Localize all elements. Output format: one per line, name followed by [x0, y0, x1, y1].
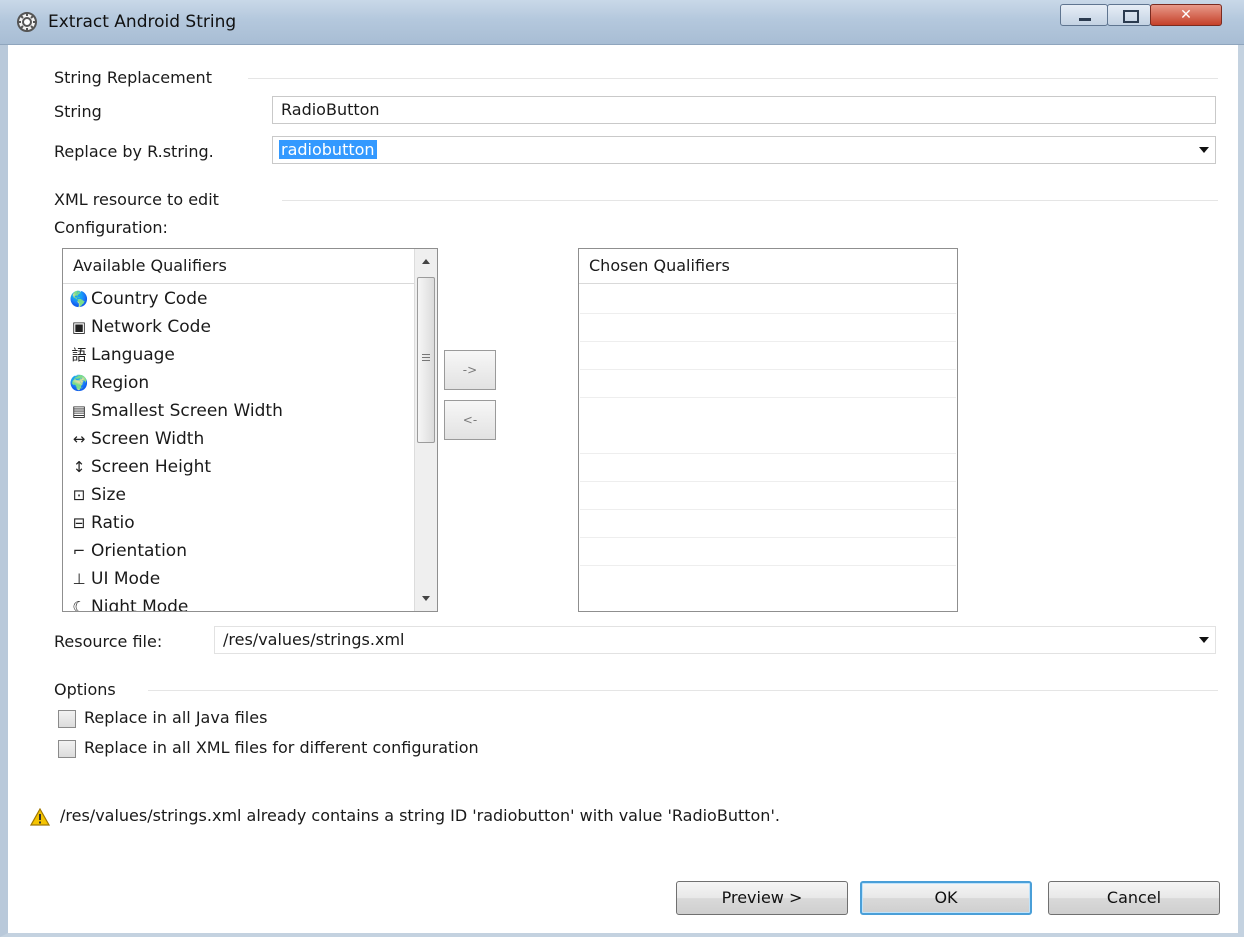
country-code-icon: 🌎 — [69, 290, 89, 308]
available-qualifiers-header[interactable]: Available Qualifiers — [63, 249, 437, 284]
row-line — [580, 369, 956, 370]
row-line — [580, 481, 956, 482]
list-item[interactable]: ▣ Network Code — [69, 313, 211, 341]
scroll-up-icon[interactable] — [422, 259, 430, 264]
window-title: Extract Android String — [48, 12, 237, 32]
title-bar[interactable]: Extract Android String ✕ — [0, 0, 1244, 45]
orientation-icon: ⌐ — [72, 542, 86, 560]
group-divider — [282, 200, 1218, 201]
string-field[interactable]: RadioButton — [272, 96, 1216, 124]
options-group-label: Options — [54, 680, 116, 699]
list-item[interactable]: ⊥ UI Mode — [69, 565, 160, 593]
ok-button[interactable]: OK — [860, 881, 1032, 915]
list-item[interactable]: ↔ Screen Width — [69, 425, 205, 453]
row-line — [580, 341, 956, 342]
replace-xml-label[interactable]: Replace in all XML files for different c… — [84, 738, 479, 757]
maximize-button[interactable] — [1107, 4, 1151, 26]
replace-java-checkbox[interactable] — [58, 710, 76, 728]
resource-file-value: /res/values/strings.xml — [223, 630, 405, 649]
chevron-down-icon[interactable] — [1199, 637, 1209, 643]
ui-mode-icon: ⊥ — [72, 570, 86, 588]
screen-width-icon: ↔ — [72, 430, 86, 448]
size-icon: ⊡ — [72, 486, 86, 504]
scroll-thumb[interactable] — [417, 277, 435, 443]
chevron-down-icon[interactable] — [1199, 147, 1209, 153]
list-item[interactable]: ⊟ Ratio — [69, 509, 135, 537]
list-item[interactable]: ▤ Smallest Screen Width — [69, 397, 283, 425]
smallest-screen-width-icon: ▤ — [71, 402, 87, 420]
preview-button[interactable]: Preview > — [676, 881, 848, 915]
list-item[interactable]: ↕ Screen Height — [69, 453, 211, 481]
list-item[interactable]: ⊡ Size — [69, 481, 126, 509]
list-item[interactable]: 語 Language — [69, 341, 174, 369]
remove-qualifier-button[interactable]: <- — [444, 400, 496, 440]
row-line — [580, 453, 956, 454]
warning-icon — [30, 808, 50, 826]
grip-line — [422, 357, 430, 358]
available-qualifiers-list[interactable]: Available Qualifiers 🌎 Country Code ▣ Netw… — [62, 248, 438, 612]
row-line — [580, 397, 956, 398]
resource-file-combo[interactable]: /res/values/strings.xml — [214, 626, 1216, 654]
warning-message: /res/values/strings.xml already contains… — [60, 806, 780, 825]
grip-line — [422, 360, 430, 361]
minimize-button[interactable] — [1060, 4, 1108, 26]
maximize-icon — [1108, 5, 1150, 25]
region-icon: 🌍 — [69, 374, 89, 392]
list-item[interactable]: 🌎 Country Code — [69, 285, 208, 313]
list-item[interactable]: ☾ Night Mode — [69, 593, 188, 612]
grip-line — [422, 354, 430, 355]
xml-resource-group-label: XML resource to edit — [54, 190, 219, 209]
row-line — [580, 537, 956, 538]
list-item[interactable]: 🌍 Region — [69, 369, 150, 397]
replace-by-combo[interactable]: radiobutton — [272, 136, 1216, 164]
close-button[interactable]: ✕ — [1150, 4, 1222, 26]
replace-by-value: radiobutton — [279, 140, 377, 159]
list-item[interactable]: ⌐ Orientation — [69, 537, 187, 565]
ratio-icon: ⊟ — [72, 514, 86, 532]
replace-xml-checkbox[interactable] — [58, 740, 76, 758]
language-icon: 語 — [71, 346, 87, 364]
row-line — [580, 509, 956, 510]
row-line — [580, 565, 956, 566]
screen-height-icon: ↕ — [72, 458, 86, 476]
scroll-down-icon[interactable] — [422, 596, 430, 601]
extract-string-dialog: Extract Android String ✕ String Replacem… — [0, 0, 1244, 937]
gear-icon — [17, 12, 37, 32]
string-replacement-group-label: String Replacement — [54, 68, 212, 87]
string-label: String — [54, 102, 102, 121]
group-divider — [148, 690, 1218, 691]
close-icon: ✕ — [1180, 7, 1192, 23]
group-divider — [248, 78, 1218, 79]
cancel-button[interactable]: Cancel — [1048, 881, 1220, 915]
resource-file-label: Resource file: — [54, 632, 163, 651]
chosen-qualifiers-header[interactable]: Chosen Qualifiers — [579, 249, 957, 284]
night-mode-icon: ☾ — [72, 598, 86, 612]
chosen-qualifiers-list[interactable]: Chosen Qualifiers — [578, 248, 958, 612]
add-qualifier-button[interactable]: -> — [444, 350, 496, 390]
configuration-label: Configuration: — [54, 218, 168, 237]
vertical-scrollbar[interactable] — [414, 249, 437, 611]
row-line — [580, 313, 956, 314]
replace-by-label: Replace by R.string. — [54, 142, 214, 161]
minimize-icon — [1061, 5, 1107, 25]
replace-java-label[interactable]: Replace in all Java files — [84, 708, 267, 727]
network-code-icon: ▣ — [71, 318, 87, 336]
